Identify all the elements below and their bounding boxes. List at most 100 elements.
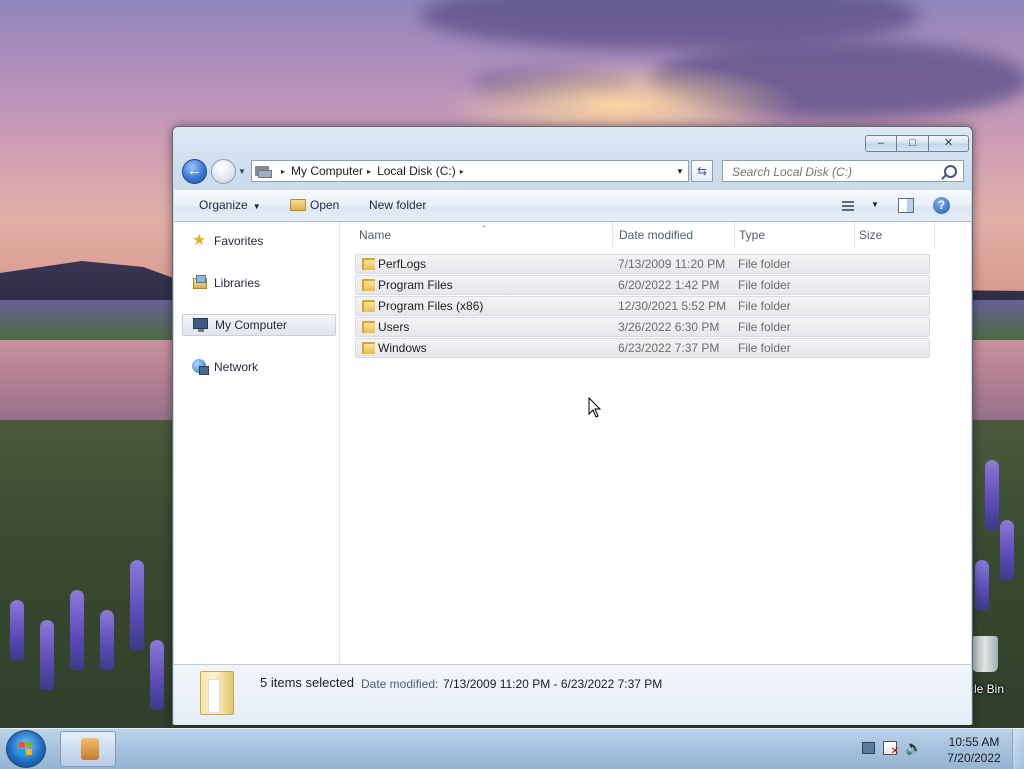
libraries-icon [192, 275, 208, 291]
system-tray: 🔊 [862, 739, 922, 757]
navigation-pane: ★ Favorites Libraries My Computer Networ… [174, 222, 340, 664]
file-row[interactable]: Users 3/26/2022 6:30 PM File folder [355, 317, 930, 337]
column-header-type[interactable]: Type [735, 222, 855, 249]
back-arrow-icon: ← [187, 162, 202, 179]
maximize-button[interactable]: □ [897, 135, 929, 152]
file-row[interactable]: Program Files (x86) 12/30/2021 5:52 PM F… [355, 296, 930, 316]
taskbar: 🔊 10:55 AM 7/20/2022 [0, 728, 1024, 769]
file-type: File folder [738, 278, 791, 292]
navigation-bar: ← ▼ ▸ My Computer ▸ Local Disk (C:) ▸ ▼ … [181, 157, 965, 187]
file-date: 12/30/2021 5:52 PM [618, 299, 727, 313]
recycle-bin-icon[interactable] [968, 632, 1008, 680]
wallpaper-flower [150, 640, 164, 710]
recent-pages-dropdown[interactable]: ▼ [238, 167, 246, 176]
sidebar-item-label: Network [214, 360, 259, 374]
change-view-icon[interactable] [842, 199, 858, 212]
wallpaper-flower [10, 600, 24, 660]
content-area: ★ Favorites Libraries My Computer Networ… [174, 222, 971, 664]
wallpaper-flower [130, 560, 144, 650]
wallpaper-flower [975, 560, 989, 610]
organize-button[interactable]: Organize ▼ [199, 198, 261, 212]
taskbar-app-button[interactable] [60, 731, 116, 767]
wallpaper-flower [985, 460, 999, 530]
sidebar-item-my-computer[interactable]: My Computer [182, 314, 336, 336]
details-pane: 5 items selected Date modified: 7/13/200… [174, 664, 971, 725]
breadcrumb-separator[interactable]: ▸ [281, 167, 285, 176]
app-icon [81, 738, 99, 760]
address-bar[interactable]: ▸ My Computer ▸ Local Disk (C:) ▸ ▼ [251, 160, 689, 182]
file-name: Program Files (x86) [378, 299, 484, 313]
maximize-icon: □ [909, 137, 916, 149]
file-row[interactable]: Program Files 6/20/2022 1:42 PM File fol… [355, 275, 930, 295]
preview-pane-icon[interactable] [898, 198, 914, 213]
minimize-icon: – [877, 137, 885, 149]
command-bar: Organize ▼ Open New folder ▼ ? [174, 190, 971, 222]
refresh-icon: ⇆ [696, 164, 708, 178]
volume-icon[interactable]: 🔊 [905, 739, 922, 755]
action-center-icon[interactable] [883, 741, 899, 757]
file-type: File folder [738, 299, 791, 313]
breadcrumb-local-disk[interactable]: Local Disk (C:) [377, 164, 456, 178]
file-row[interactable]: Windows 6/23/2022 7:37 PM File folder [355, 338, 930, 358]
file-date: 7/13/2009 11:20 PM [618, 257, 726, 271]
recycle-bin-label[interactable]: cle Bin [968, 682, 1004, 696]
windows-logo-icon [19, 742, 33, 756]
column-header-size[interactable]: Size [855, 222, 935, 249]
sidebar-item-label: My Computer [215, 318, 288, 332]
file-row[interactable]: PerfLogs 7/13/2009 11:20 PM File folder [355, 254, 930, 274]
sidebar-item-label: Libraries [214, 276, 261, 290]
search-input[interactable] [730, 163, 934, 181]
folder-icon [362, 300, 375, 312]
column-header-date-modified[interactable]: Date modified [615, 222, 735, 249]
start-button[interactable] [6, 730, 46, 768]
wallpaper-flower [100, 610, 114, 670]
wallpaper-flower [70, 590, 84, 670]
file-name: Windows [378, 341, 427, 355]
date-modified-value: 7/13/2009 11:20 PM - 6/23/2022 7:37 PM [443, 677, 663, 691]
organize-label: Organize [199, 198, 248, 212]
clock-date[interactable]: 7/20/2022 [946, 751, 1002, 765]
sidebar-item-libraries[interactable]: Libraries [182, 272, 336, 294]
clock-time[interactable]: 10:55 AM [946, 735, 1002, 749]
file-list-pane: Name ^ Date modified Type Size PerfLogs … [340, 222, 971, 664]
network-icon [192, 359, 209, 375]
new-folder-button[interactable]: New folder [369, 198, 426, 212]
help-icon[interactable]: ? [933, 197, 950, 214]
folder-icon [362, 258, 375, 270]
folder-icon [362, 321, 375, 333]
search-icon[interactable] [944, 165, 957, 178]
minimize-button[interactable]: – [865, 135, 897, 152]
selection-folder-icon [200, 671, 236, 715]
show-desktop-button[interactable] [1012, 729, 1024, 769]
forward-button[interactable] [211, 159, 236, 184]
mouse-cursor-icon [588, 397, 602, 418]
window-controls: – □ ✕ [865, 135, 969, 153]
sidebar-item-network[interactable]: Network [182, 356, 336, 378]
open-button[interactable]: Open [310, 198, 339, 212]
address-dropdown-icon[interactable]: ▼ [672, 167, 688, 176]
wallpaper-flower [1000, 520, 1014, 580]
network-status-icon[interactable] [862, 742, 875, 754]
breadcrumb-separator[interactable]: ▸ [460, 167, 464, 176]
file-type: File folder [738, 257, 791, 271]
close-button[interactable]: ✕ [929, 135, 969, 152]
back-button[interactable]: ← [182, 159, 207, 184]
views-dropdown-icon[interactable]: ▼ [871, 200, 879, 209]
file-name: Users [378, 320, 410, 334]
sidebar-item-label: Favorites [214, 234, 264, 248]
close-icon: ✕ [943, 137, 954, 149]
breadcrumb-separator[interactable]: ▸ [367, 167, 371, 176]
breadcrumb-my-computer[interactable]: My Computer [291, 164, 363, 178]
refresh-button[interactable]: ⇆ [691, 160, 713, 182]
file-name: PerfLogs [378, 257, 427, 271]
sidebar-item-favorites[interactable]: ★ Favorites [182, 230, 336, 252]
column-header-name[interactable]: Name ^ [355, 222, 613, 249]
file-type: File folder [738, 320, 791, 334]
file-date: 6/20/2022 1:42 PM [618, 278, 720, 292]
file-date: 3/26/2022 6:30 PM [618, 320, 720, 334]
selection-count: 5 items selected [260, 675, 354, 690]
drive-icon [255, 164, 273, 178]
date-modified-label: Date modified: [361, 677, 439, 691]
search-box[interactable] [722, 160, 964, 182]
folder-icon [362, 279, 375, 291]
